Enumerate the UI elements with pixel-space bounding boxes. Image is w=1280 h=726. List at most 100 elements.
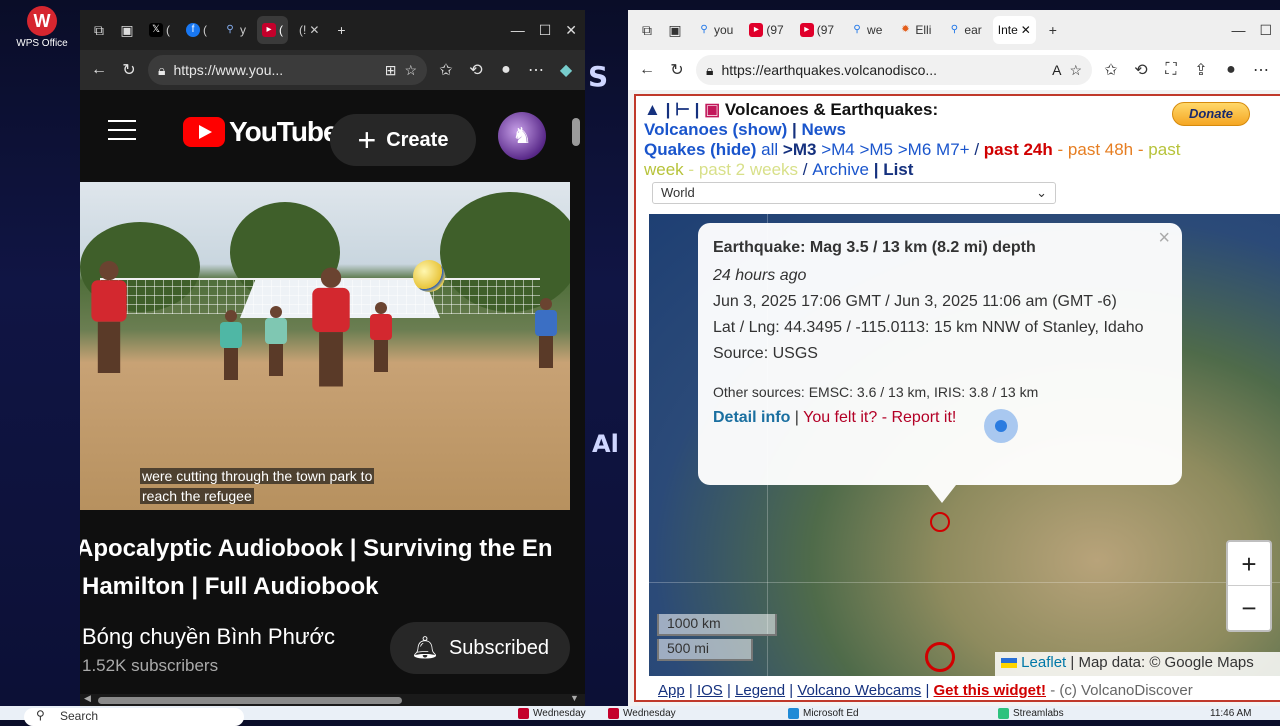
horizontal-scrollbar[interactable]: ◀ ▼: [80, 693, 585, 706]
quakes-toggle-link[interactable]: Quakes (hide): [644, 140, 756, 159]
browser-tab[interactable]: ⚲ ear: [942, 16, 986, 44]
app-icon[interactable]: ▣: [704, 100, 720, 119]
webcams-link[interactable]: Volcano Webcams: [797, 682, 921, 699]
app-link[interactable]: App: [658, 682, 685, 699]
wps-office-shortcut[interactable]: W WPS Office: [10, 6, 74, 49]
quake-marker[interactable]: [925, 642, 955, 672]
mag-filter-m4[interactable]: >M4: [821, 140, 855, 159]
screenshot-icon[interactable]: ⛶: [1160, 59, 1182, 81]
widget-link[interactable]: Get this widget!: [934, 682, 1047, 699]
profile-icon[interactable]: ●: [1220, 59, 1242, 81]
more-icon[interactable]: ⋯: [525, 59, 547, 81]
detail-info-link[interactable]: Detail info: [713, 409, 790, 426]
app-icon[interactable]: ⊞: [385, 62, 397, 79]
donate-button[interactable]: Donate: [1172, 102, 1250, 126]
mag-filter-m3[interactable]: >M3: [783, 140, 817, 159]
favorite-star-icon[interactable]: ☆: [404, 62, 417, 79]
taskbar-app[interactable]: Wednesday: [518, 708, 586, 720]
url-field[interactable]: 🔒︎ https://earthquakes.volcanodisco... A…: [696, 55, 1092, 85]
back-icon[interactable]: ←: [88, 59, 110, 81]
time-filter-48h[interactable]: past 48h: [1068, 140, 1133, 159]
taskbar-search[interactable]: ⚲ Search: [24, 708, 244, 726]
close-tab-icon[interactable]: ✕: [1021, 23, 1031, 37]
favorites-icon[interactable]: ✩: [1100, 59, 1122, 81]
measure-icon[interactable]: ⊢: [675, 100, 690, 119]
favorite-star-icon[interactable]: ☆: [1069, 62, 1082, 79]
scroll-down-icon[interactable]: ▼: [570, 693, 579, 703]
copilot-icon[interactable]: ◆: [555, 59, 577, 81]
report-felt-link[interactable]: You felt it? - Report it!: [803, 409, 956, 426]
history-icon[interactable]: ⟲: [1130, 59, 1152, 81]
new-tab-icon[interactable]: +: [330, 19, 352, 41]
create-button[interactable]: + Create: [330, 114, 476, 166]
browser-tab[interactable]: ✹ Elli: [893, 16, 936, 44]
browser-tab[interactable]: ⚲ y: [218, 16, 251, 44]
browser-tab-active[interactable]: Inte ✕: [992, 16, 1036, 44]
close-icon[interactable]: ✕: [565, 22, 577, 39]
new-tab-icon[interactable]: +: [1042, 19, 1064, 41]
mag-filter-m6[interactable]: >M6: [898, 140, 932, 159]
scrollbar-thumb[interactable]: [98, 697, 402, 704]
subscribed-button[interactable]: 🔔︎ Subscribed: [390, 622, 570, 674]
browser-tab[interactable]: 𝕏(: [144, 16, 175, 44]
quake-marker[interactable]: [930, 512, 950, 532]
tab-actions-icon[interactable]: ▣: [664, 19, 686, 41]
taskbar-app[interactable]: Wednesday: [608, 708, 676, 720]
earthquake-map[interactable]: × Earthquake: Mag 3.5 / 13 km (8.2 mi) d…: [649, 214, 1280, 676]
browser-tab[interactable]: ▸ (97: [795, 16, 839, 44]
browser-tab[interactable]: ⚲ we: [845, 16, 887, 44]
read-aloud-icon[interactable]: A: [1052, 62, 1061, 78]
browser-tab-active[interactable]: ▸(: [257, 16, 288, 44]
refresh-icon[interactable]: ↻: [118, 59, 140, 81]
leaflet-link[interactable]: Leaflet: [1021, 654, 1066, 671]
share-icon[interactable]: ⇪: [1190, 59, 1212, 81]
history-icon[interactable]: ⟲: [465, 59, 487, 81]
taskbar-app[interactable]: Microsoft Ed: [788, 708, 859, 720]
url-field[interactable]: 🔒︎ https://www.you... ⊞ ☆: [148, 55, 427, 85]
maximize-icon[interactable]: ☐: [539, 22, 552, 39]
browser-tab[interactable]: f(: [181, 16, 212, 44]
taskbar-app[interactable]: Streamlabs: [998, 708, 1064, 720]
time-filter-24h[interactable]: past 24h: [984, 140, 1053, 159]
volcano-icon[interactable]: ▲: [644, 100, 661, 119]
hamburger-menu-icon[interactable]: [108, 120, 136, 140]
refresh-icon[interactable]: ↻: [666, 59, 688, 81]
video-player[interactable]: were cutting through the town park to re…: [80, 182, 570, 510]
legend-link[interactable]: Legend: [735, 682, 785, 699]
ios-link[interactable]: IOS: [697, 682, 723, 699]
minimize-icon[interactable]: —: [511, 22, 525, 39]
tab-actions-icon[interactable]: ▣: [116, 19, 138, 41]
mag-filter-m5[interactable]: >M5: [859, 140, 893, 159]
volcanoes-toggle-link[interactable]: Volcanoes (show): [644, 120, 787, 139]
favorites-icon[interactable]: ✩: [435, 59, 457, 81]
zoom-out-button[interactable]: −: [1228, 586, 1270, 630]
time-filter-week[interactable]: past: [1148, 140, 1180, 159]
workspaces-icon[interactable]: ⧉: [636, 19, 658, 41]
scrollbar[interactable]: [572, 118, 580, 146]
back-icon[interactable]: ←: [636, 59, 658, 81]
profile-icon[interactable]: ●: [495, 59, 517, 81]
region-select[interactable]: World ⌄: [652, 182, 1056, 204]
list-link[interactable]: List: [883, 160, 913, 179]
channel-name[interactable]: Bóng chuyền Bình Phước: [82, 624, 335, 650]
scroll-left-icon[interactable]: ◀: [84, 693, 91, 704]
avatar[interactable]: ♞: [498, 112, 546, 160]
clock[interactable]: 11:46 AM: [1210, 708, 1252, 720]
browser-tab[interactable]: (! ✕: [294, 16, 324, 44]
browser-tab[interactable]: ▸ (97: [744, 16, 788, 44]
mag-filter-all[interactable]: all: [761, 140, 778, 159]
zoom-in-button[interactable]: +: [1228, 542, 1270, 586]
mag-filter-m7[interactable]: M7+: [936, 140, 970, 159]
news-link[interactable]: News: [802, 120, 846, 139]
close-tab-icon[interactable]: ✕: [309, 23, 319, 37]
archive-link[interactable]: Archive: [812, 160, 869, 179]
close-icon[interactable]: ×: [1158, 227, 1170, 249]
youtube-logo[interactable]: YouTube: [183, 116, 339, 148]
more-icon[interactable]: ⋯: [1250, 59, 1272, 81]
time-filter-2weeks[interactable]: past 2 weeks: [699, 160, 798, 179]
time-filter-week-2[interactable]: week: [644, 160, 684, 179]
minimize-icon[interactable]: —: [1231, 22, 1245, 39]
workspaces-icon[interactable]: ⧉: [88, 19, 110, 41]
maximize-icon[interactable]: ☐: [1259, 22, 1272, 39]
browser-tab[interactable]: ⚲ you: [692, 16, 738, 44]
